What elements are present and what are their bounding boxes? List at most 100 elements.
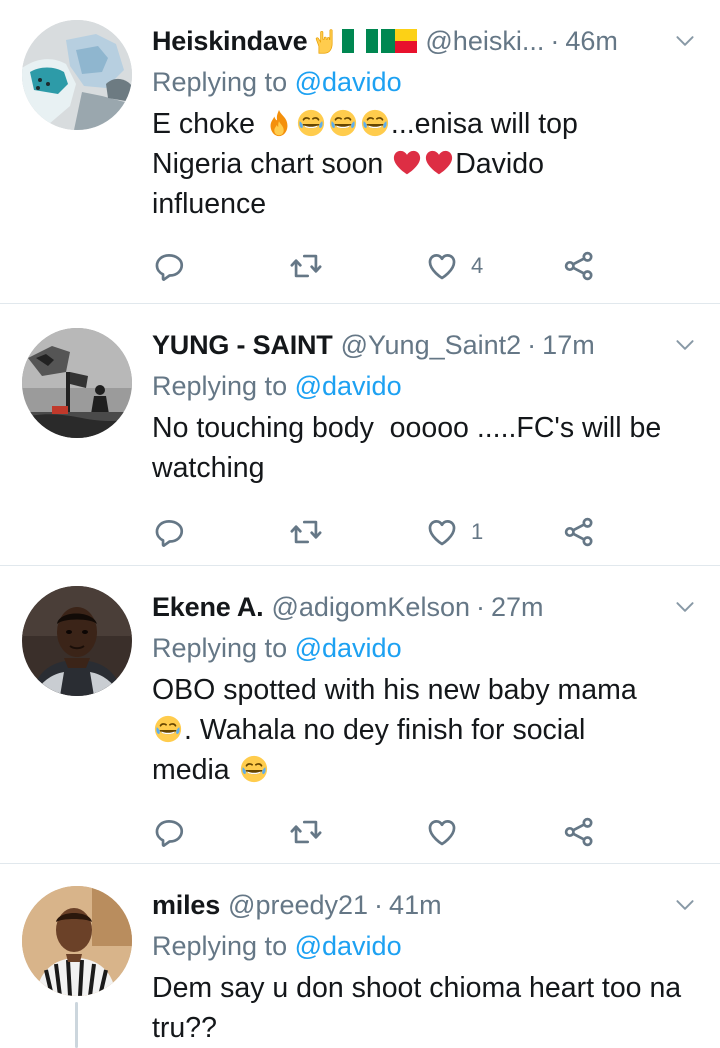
replying-to-label: Replying to — [152, 67, 288, 97]
replying-to: Replying to @davido — [152, 368, 698, 404]
joy-emoji-icon — [153, 714, 183, 744]
reply-button[interactable] — [152, 249, 289, 283]
replying-to-label: Replying to — [152, 931, 288, 961]
user-handle[interactable]: @adigomKelson — [271, 592, 470, 623]
user-handle[interactable]: @Yung_Saint2 — [341, 330, 522, 361]
joy-emoji-icon — [296, 108, 326, 138]
like-button[interactable]: 4 — [425, 249, 562, 283]
display-name[interactable]: YUNG - SAINT — [152, 330, 333, 361]
display-name[interactable]: Heiskindave — [152, 26, 308, 57]
like-button[interactable] — [425, 815, 562, 849]
avatar-column — [22, 304, 134, 565]
tweet-text: Dem say u don shoot chioma heart too na … — [152, 972, 682, 1044]
reply-icon — [152, 249, 186, 283]
replying-to-label: Replying to — [152, 371, 288, 401]
timestamp[interactable]: 27m — [491, 592, 544, 623]
joy-emoji-icon — [239, 754, 269, 784]
avatar-column — [22, 864, 134, 1048]
reply-mention-link[interactable]: @davido — [295, 67, 402, 97]
tweet-body: miles @preedy21 · 41m Replying to @david… — [134, 864, 720, 1048]
share-button[interactable] — [562, 515, 699, 549]
tweet-text-part: media — [152, 754, 230, 786]
user-handle[interactable]: @preedy21 — [228, 890, 368, 921]
reply-icon — [152, 515, 186, 549]
reply-timeline: Heiskindave @heiski... · 46m Replying to… — [0, 0, 720, 1048]
like-icon — [425, 515, 459, 549]
share-icon — [562, 249, 596, 283]
tweet-body: Heiskindave @heiski... · 46m Replying to… — [134, 0, 720, 303]
retweet-icon — [289, 249, 323, 283]
tweet-text-part: ...enisa will top — [390, 108, 578, 140]
reply-button[interactable] — [152, 815, 289, 849]
retweet-button[interactable] — [289, 815, 426, 849]
joy-emoji-icon — [360, 108, 390, 138]
tweet[interactable]: Ekene A. @adigomKelson · 27m Replying to… — [0, 566, 720, 864]
fire-emoji-icon — [264, 108, 294, 138]
avatar[interactable] — [22, 586, 132, 696]
thread-line — [75, 1002, 78, 1048]
rock-hand-icon — [311, 26, 339, 56]
reply-button[interactable] — [152, 515, 289, 549]
display-name[interactable]: miles — [152, 890, 220, 921]
replying-to-label: Replying to — [152, 633, 288, 663]
replying-to: Replying to @davido — [152, 630, 698, 666]
timestamp[interactable]: 17m — [542, 330, 595, 361]
tweet-text-part: Davido — [455, 148, 544, 180]
red-heart-emoji-icon — [424, 148, 454, 178]
tweet[interactable]: miles @preedy21 · 41m Replying to @david… — [0, 864, 720, 1048]
like-icon — [425, 815, 459, 849]
red-heart-emoji-icon — [392, 148, 422, 178]
tweet-text-part: Nigeria chart soon — [152, 148, 384, 180]
share-icon — [562, 815, 596, 849]
avatar[interactable] — [22, 886, 132, 996]
separator-dot: · — [527, 329, 537, 360]
retweet-button[interactable] — [289, 515, 426, 549]
timestamp[interactable]: 41m — [389, 890, 442, 921]
retweet-icon — [289, 515, 323, 549]
tweet[interactable]: Heiskindave @heiski... · 46m Replying to… — [0, 0, 720, 304]
reply-mention-link[interactable]: @davido — [295, 371, 402, 401]
like-button[interactable]: 1 — [425, 515, 562, 549]
tweet-actions: 4 — [152, 246, 698, 286]
benin-flag-icon — [381, 29, 418, 53]
chevron-down-icon[interactable] — [672, 892, 698, 918]
like-count: 4 — [471, 253, 484, 278]
separator-dot: · — [374, 889, 384, 920]
tweet-header: YUNG - SAINT @Yung_Saint2 · 17m — [152, 324, 698, 366]
tweet-body: Ekene A. @adigomKelson · 27m Replying to… — [134, 566, 720, 863]
tweet[interactable]: YUNG - SAINT @Yung_Saint2 · 17m Replying… — [0, 304, 720, 566]
separator-dot: · — [550, 25, 560, 56]
tweet-header: Ekene A. @adigomKelson · 27m — [152, 586, 698, 628]
like-count: 1 — [471, 519, 484, 544]
reply-mention-link[interactable]: @davido — [295, 931, 402, 961]
share-icon — [562, 515, 596, 549]
tweet-header: miles @preedy21 · 41m — [152, 884, 698, 926]
tweet-text-part: E choke — [152, 108, 255, 140]
like-icon — [425, 249, 459, 283]
chevron-down-icon[interactable] — [672, 332, 698, 358]
nigeria-flag-icon — [342, 29, 379, 53]
share-button[interactable] — [562, 249, 699, 283]
tweet-text: E choke ...enisa will top Nigeria chart … — [152, 104, 698, 224]
tweet-text-part: . Wahala no dey finish for social — [184, 714, 586, 746]
tweet-text-part: OBO spotted with his new baby mama — [152, 674, 637, 706]
avatar[interactable] — [22, 328, 132, 438]
retweet-button[interactable] — [289, 249, 426, 283]
avatar[interactable] — [22, 20, 132, 130]
replying-to: Replying to @davido — [152, 928, 698, 964]
reply-icon — [152, 815, 186, 849]
separator-dot: · — [475, 591, 485, 622]
timestamp[interactable]: 46m — [565, 26, 618, 57]
chevron-down-icon[interactable] — [672, 28, 698, 54]
tweet-actions — [152, 812, 698, 852]
display-name[interactable]: Ekene A. — [152, 592, 264, 623]
chevron-down-icon[interactable] — [672, 594, 698, 620]
share-button[interactable] — [562, 815, 699, 849]
tweet-header: Heiskindave @heiski... · 46m — [152, 20, 698, 62]
reply-mention-link[interactable]: @davido — [295, 633, 402, 663]
user-handle[interactable]: @heiski... — [425, 26, 544, 57]
tweet-actions: 1 — [152, 512, 698, 552]
replying-to: Replying to @davido — [152, 64, 698, 100]
name-badges — [311, 26, 418, 56]
avatar-column — [22, 0, 134, 303]
